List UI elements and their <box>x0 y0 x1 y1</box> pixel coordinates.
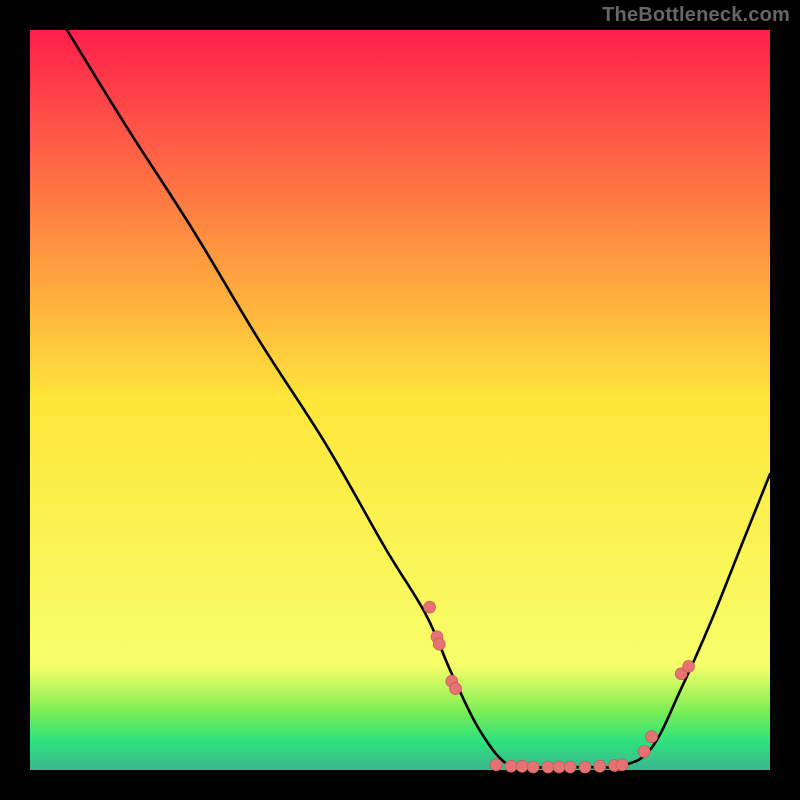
data-marker <box>527 761 539 773</box>
data-marker <box>646 731 658 743</box>
watermark-text: TheBottleneck.com <box>602 4 790 27</box>
data-marker <box>542 761 554 773</box>
data-marker <box>564 761 576 773</box>
data-marker <box>594 760 606 772</box>
data-marker <box>490 759 502 771</box>
data-marker <box>424 601 436 613</box>
bottleneck-chart <box>0 0 800 800</box>
data-marker <box>579 761 591 773</box>
data-marker <box>433 638 445 650</box>
data-marker <box>553 761 565 773</box>
data-marker <box>516 760 528 772</box>
data-marker <box>683 660 695 672</box>
chart-stage: TheBottleneck.com <box>0 0 800 800</box>
data-marker <box>638 746 650 758</box>
data-marker <box>616 759 628 771</box>
data-marker <box>505 760 517 772</box>
data-marker <box>450 683 462 695</box>
plot-background <box>30 30 770 770</box>
